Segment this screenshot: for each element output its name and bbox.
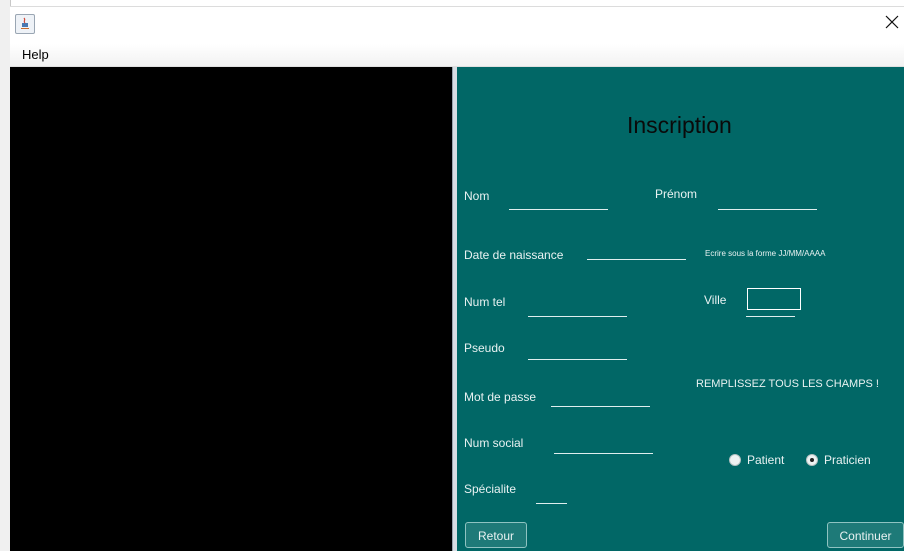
radio-label-patient: Patient	[747, 453, 785, 467]
image-panel	[10, 67, 452, 551]
title-bar	[10, 6, 904, 45]
radio-patient[interactable]	[729, 454, 741, 466]
label-ville: Ville	[704, 293, 727, 307]
retour-button[interactable]: Retour	[465, 522, 527, 548]
label-date-naissance: Date de naissance	[464, 248, 564, 262]
label-mot-de-passe: Mot de passe	[464, 390, 537, 404]
menu-bar	[10, 44, 904, 67]
label-specialite: Spécialite	[464, 482, 517, 496]
close-icon[interactable]	[884, 14, 900, 30]
label-prenom: Prénom	[655, 187, 698, 201]
warning-message: REMPLISSEZ TOUS LES CHAMPS !	[696, 378, 879, 390]
label-nom: Nom	[464, 189, 490, 203]
label-num-social: Num social	[464, 436, 524, 450]
menu-item-help[interactable]: Help	[22, 47, 49, 62]
date-format-hint: Ecrire sous la forme JJ/MM/AAAA	[705, 249, 826, 258]
mot-de-passe-field[interactable]	[551, 406, 650, 407]
num-social-field[interactable]	[554, 453, 653, 454]
date-naissance-field[interactable]	[587, 259, 686, 260]
java-app-icon	[15, 14, 35, 34]
ville-underline	[746, 316, 795, 317]
radio-label-praticien: Praticien	[824, 453, 871, 467]
specialite-field[interactable]	[536, 503, 567, 504]
continuer-button[interactable]: Continuer	[827, 522, 904, 548]
pseudo-field[interactable]	[528, 359, 627, 360]
registration-panel	[457, 67, 904, 551]
prenom-field[interactable]	[718, 209, 817, 210]
ville-field[interactable]	[747, 288, 801, 310]
label-num-tel: Num tel	[464, 295, 506, 309]
num-tel-field[interactable]	[528, 316, 627, 317]
radio-praticien[interactable]	[806, 454, 818, 466]
form-title: Inscription	[627, 112, 732, 138]
radio-selected-dot	[810, 458, 814, 462]
nom-field[interactable]	[509, 209, 608, 210]
label-pseudo: Pseudo	[464, 341, 505, 355]
